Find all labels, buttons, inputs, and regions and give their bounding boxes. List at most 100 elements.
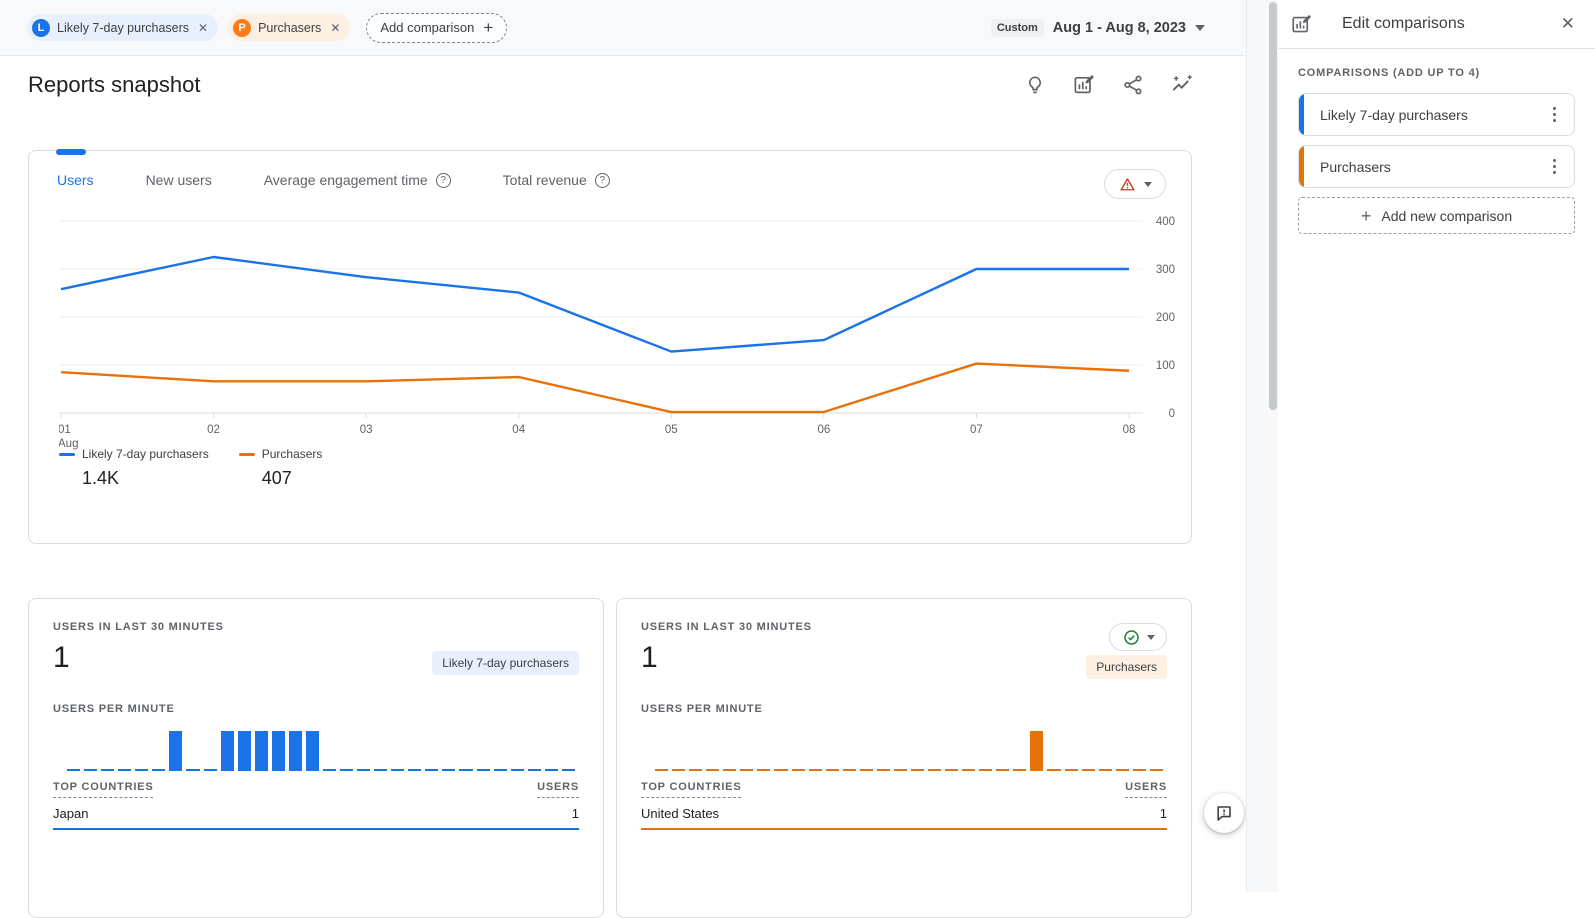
customize-report-icon[interactable]	[1072, 73, 1096, 97]
chart-legend: Likely 7-day purchasers 1.4K Purchasers …	[59, 447, 322, 489]
top-countries-table: TOP COUNTRIES USERS United States 1	[641, 781, 1167, 830]
comparison-avatar: L	[32, 19, 50, 37]
users-per-minute-chart	[655, 725, 1167, 771]
comparison-badge: Purchasers	[1086, 655, 1167, 679]
tab-total-revenue[interactable]: Total revenue ?	[503, 172, 610, 188]
users-header: USERS	[1125, 781, 1167, 798]
chevron-down-icon	[1195, 25, 1205, 31]
add-new-comparison-button[interactable]: + Add new comparison	[1298, 197, 1575, 234]
chevron-down-icon	[1144, 182, 1152, 187]
kebab-menu-icon[interactable]	[1547, 101, 1563, 129]
comparison-chip-purchasers[interactable]: P Purchasers ✕	[228, 14, 350, 41]
realtime-card-purchasers: USERS IN LAST 30 MINUTES 1 Purchasers US…	[616, 598, 1192, 918]
users-per-minute-label: USERS PER MINUTE	[641, 703, 1167, 715]
plus-icon: +	[483, 19, 493, 36]
country-cell: United States	[641, 806, 719, 821]
top-countries-header: TOP COUNTRIES	[641, 781, 741, 798]
users-header: USERS	[537, 781, 579, 798]
metric-tabs: Users New users Average engagement time …	[29, 151, 1191, 209]
comparison-color-bar	[1299, 94, 1304, 135]
users-per-minute-label: USERS PER MINUTE	[53, 703, 579, 715]
comparison-avatar: P	[233, 19, 251, 37]
comparison-color-bar	[1299, 146, 1304, 187]
data-quality-button[interactable]	[1104, 169, 1166, 199]
comparison-item-likely-7-day-purchasers[interactable]: Likely 7-day purchasers	[1298, 93, 1575, 136]
main-content: L Likely 7-day purchasers ✕ P Purchasers…	[0, 0, 1246, 892]
comparison-chip-label: Likely 7-day purchasers	[57, 21, 189, 35]
add-comparison-button[interactable]: Add comparison +	[366, 13, 507, 43]
header-actions	[1023, 56, 1194, 114]
insights-spark-icon[interactable]	[1170, 73, 1194, 97]
date-range-picker[interactable]: Custom Aug 1 - Aug 8, 2023	[991, 0, 1205, 56]
add-new-comparison-label: Add new comparison	[1381, 208, 1512, 224]
warning-icon	[1119, 176, 1136, 193]
close-icon[interactable]: ✕	[330, 22, 340, 34]
overview-chart-card: Users New users Average engagement time …	[28, 150, 1192, 544]
panel-header: Edit comparisons ✕	[1278, 0, 1595, 49]
panel-body: COMPARISONS (ADD UP TO 4) Likely 7-day p…	[1278, 49, 1595, 252]
page-header: Reports snapshot	[28, 56, 1218, 114]
help-icon[interactable]: ?	[436, 173, 451, 188]
tab-users[interactable]: Users	[57, 172, 94, 188]
realtime-title: USERS IN LAST 30 MINUTES	[641, 621, 1167, 633]
comparison-chip-label: Purchasers	[258, 21, 321, 35]
legend-swatch	[59, 453, 75, 456]
realtime-status-button[interactable]	[1109, 623, 1167, 651]
line-chart: 010020030040001Aug02030405060708	[59, 213, 1189, 461]
legend-item-likely-7-day-purchasers: Likely 7-day purchasers 1.4K	[59, 447, 209, 489]
table-row: United States 1	[641, 798, 1167, 830]
kebab-menu-icon[interactable]	[1547, 153, 1563, 181]
top-countries-table: TOP COUNTRIES USERS Japan 1	[53, 781, 579, 830]
comparison-item-purchasers[interactable]: Purchasers	[1298, 145, 1575, 188]
comparison-item-label: Likely 7-day purchasers	[1320, 107, 1468, 123]
share-icon[interactable]	[1121, 73, 1145, 97]
svg-text:400: 400	[1156, 216, 1175, 228]
svg-text:08: 08	[1123, 424, 1136, 436]
users-cell: 1	[1160, 806, 1167, 821]
legend-label: Likely 7-day purchasers	[82, 447, 209, 461]
tab-new-users[interactable]: New users	[146, 172, 212, 188]
realtime-card-likely-7-day-purchasers: USERS IN LAST 30 MINUTES 1 Likely 7-day …	[28, 598, 604, 918]
users-cell: 1	[572, 806, 579, 821]
help-icon[interactable]: ?	[595, 173, 610, 188]
page-title: Reports snapshot	[28, 72, 200, 98]
vertical-scrollbar[interactable]	[1269, 2, 1277, 410]
top-countries-header: TOP COUNTRIES	[53, 781, 153, 798]
comparison-item-label: Purchasers	[1320, 159, 1391, 175]
svg-text:100: 100	[1156, 360, 1175, 372]
comparison-bar: L Likely 7-day purchasers ✕ P Purchasers…	[0, 0, 1246, 56]
svg-text:02: 02	[207, 424, 220, 436]
svg-text:0: 0	[1169, 408, 1175, 420]
svg-text:04: 04	[512, 424, 525, 436]
svg-text:200: 200	[1156, 312, 1175, 324]
users-per-minute-chart	[67, 725, 579, 771]
plus-icon: +	[1361, 207, 1372, 225]
edit-comparisons-icon	[1290, 13, 1313, 36]
legend-total: 407	[262, 468, 323, 489]
comparisons-section-label: COMPARISONS (ADD UP TO 4)	[1298, 67, 1575, 79]
svg-text:03: 03	[360, 424, 373, 436]
insights-bulb-icon[interactable]	[1023, 73, 1047, 97]
feedback-bubble-icon	[1214, 803, 1234, 823]
tab-average-engagement-time[interactable]: Average engagement time ?	[264, 172, 451, 188]
check-circle-icon	[1122, 628, 1141, 647]
realtime-title: USERS IN LAST 30 MINUTES	[53, 621, 579, 633]
legend-swatch	[239, 453, 255, 456]
add-comparison-label: Add comparison	[380, 20, 474, 35]
selected-tab-indicator	[56, 149, 86, 155]
legend-item-purchasers: Purchasers 407	[239, 447, 323, 489]
close-icon[interactable]: ✕	[198, 22, 208, 34]
comparison-badge: Likely 7-day purchasers	[432, 651, 579, 675]
tab-label: Total revenue	[503, 172, 587, 188]
feedback-button[interactable]	[1204, 793, 1244, 833]
panel-title: Edit comparisons	[1342, 15, 1465, 33]
legend-total: 1.4K	[82, 468, 209, 489]
table-row: Japan 1	[53, 798, 579, 830]
legend-label: Purchasers	[262, 447, 323, 461]
comparison-chip-likely-7-day-purchasers[interactable]: L Likely 7-day purchasers ✕	[27, 14, 218, 41]
close-icon[interactable]: ✕	[1561, 14, 1575, 34]
svg-text:07: 07	[970, 424, 983, 436]
country-cell: Japan	[53, 806, 88, 821]
svg-text:06: 06	[817, 424, 830, 436]
tab-label: Average engagement time	[264, 172, 428, 188]
